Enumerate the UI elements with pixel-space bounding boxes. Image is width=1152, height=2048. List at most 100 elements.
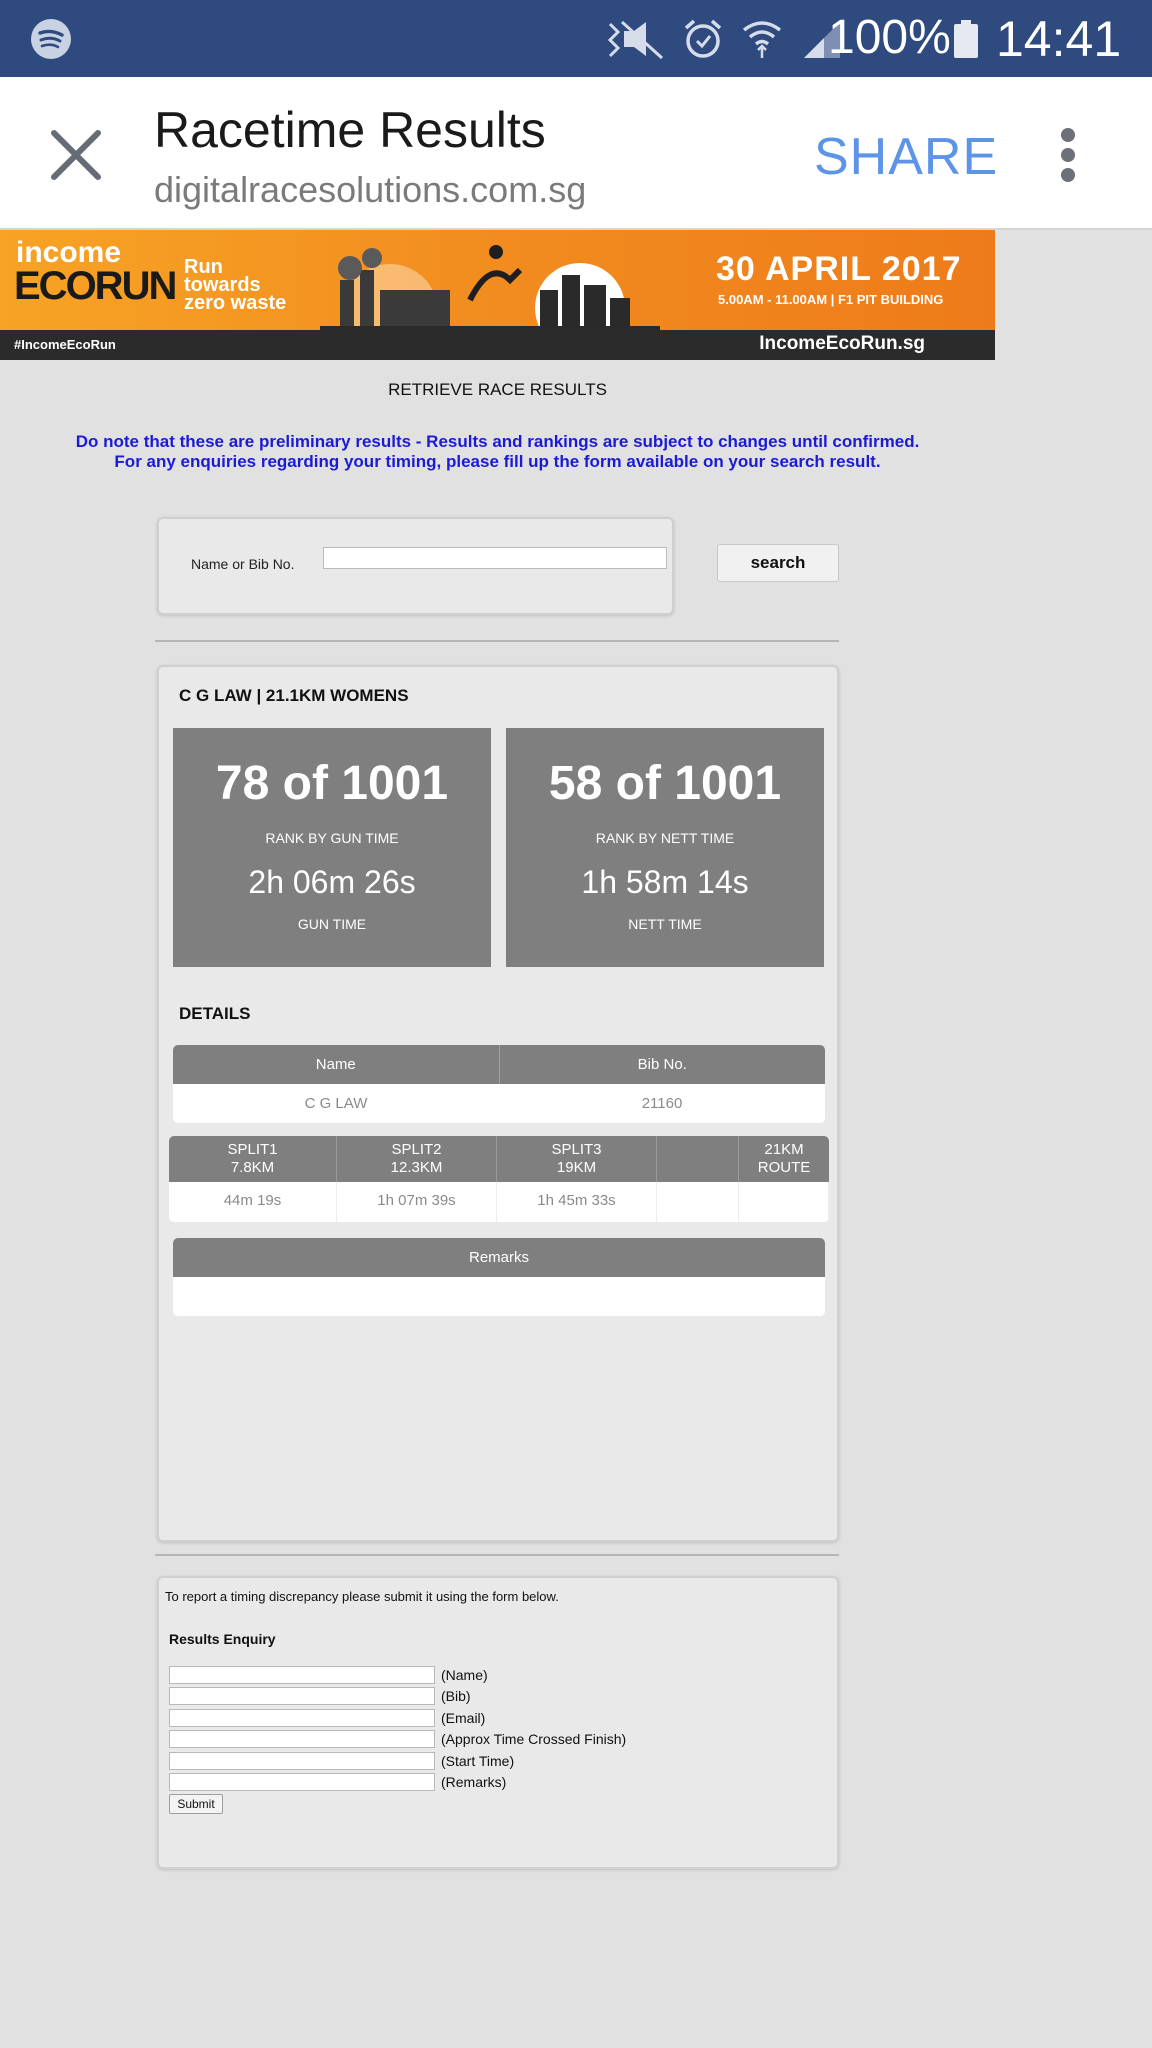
status-bar: 100% 14:41 — [0, 0, 1152, 77]
table-row: C G LAW 21160 — [173, 1084, 825, 1123]
header-split1-distance: 7.8KM — [230, 1159, 275, 1176]
banner-tagline: Run towards zero waste — [184, 256, 287, 314]
status-icons — [606, 18, 842, 60]
notice-line-1: Do note that these are preliminary resul… — [75, 432, 920, 451]
cell-blank — [657, 1182, 739, 1222]
remarks-table: Remarks — [173, 1238, 825, 1316]
section-heading: RETRIEVE RACE RESULTS — [388, 380, 607, 399]
header-split2-distance: 12.3KM — [390, 1159, 443, 1176]
finish-time-field[interactable] — [169, 1730, 435, 1748]
form-row-name: (Name) — [169, 1665, 488, 1685]
bib-field-label: (Bib) — [441, 1688, 471, 1704]
divider — [155, 640, 839, 642]
nett-time-label: NETT TIME — [628, 916, 702, 932]
skyline-illustration — [320, 245, 660, 330]
cell-bib: 21160 — [641, 1095, 683, 1112]
enquiry-title: Results Enquiry — [169, 1631, 276, 1647]
result-panel: C G LAW | 21.1KM WOMENS 78 of 1001 RANK … — [157, 665, 839, 1542]
table-header-row: Remarks — [173, 1238, 825, 1277]
runner-header: C G LAW | 21.1KM WOMENS — [179, 686, 409, 705]
cell-route — [739, 1182, 829, 1222]
start-time-field-label: (Start Time) — [441, 1753, 515, 1769]
page-domain: digitalracesolutions.com.sg — [154, 169, 587, 210]
search-input[interactable] — [323, 547, 667, 569]
gun-rank: 78 of 1001 — [215, 757, 449, 810]
gun-time-card: 78 of 1001 RANK BY GUN TIME 2h 06m 26s G… — [173, 728, 491, 967]
cell-name: C G LAW — [304, 1095, 368, 1112]
name-field-label: (Name) — [441, 1667, 488, 1683]
gun-rank-label: RANK BY GUN TIME — [265, 830, 399, 846]
name-field[interactable] — [169, 1666, 435, 1684]
search-label: Name or Bib No. — [191, 556, 295, 572]
banner-site: IncomeEcoRun.sg — [759, 333, 925, 354]
header-split2-name: SPLIT2 — [391, 1141, 442, 1158]
header-split1-name: SPLIT1 — [227, 1141, 278, 1158]
enquiry-panel: To report a timing discrepancy please su… — [157, 1576, 839, 1869]
spotify-icon — [31, 19, 71, 59]
email-field-label: (Email) — [441, 1710, 486, 1726]
banner-footer-strip: #IncomeEcoRun IncomeEcoRun.sg — [0, 330, 995, 360]
remarks-field-label: (Remarks) — [441, 1774, 507, 1790]
header-split3-name: SPLIT3 — [551, 1141, 602, 1158]
battery-percentage: 100% — [828, 11, 951, 64]
details-heading: DETAILS — [179, 1004, 251, 1023]
header-bib: Bib No. — [637, 1056, 687, 1073]
search-button[interactable]: search — [717, 544, 839, 582]
banner-logo-ecorun: ECORUN — [14, 264, 177, 308]
header-split3-distance: 19KM — [556, 1159, 597, 1176]
header-name: Name — [173, 1045, 500, 1084]
table-header-row: SPLIT1 7.8KM SPLIT2 12.3KM SPLIT3 19KM 2… — [169, 1136, 829, 1182]
header-split1: SPLIT1 7.8KM — [169, 1136, 337, 1182]
banner-hashtag: #IncomeEcoRun — [14, 337, 116, 352]
email-field[interactable] — [169, 1709, 435, 1727]
name-bib-table: Name Bib No. C G LAW 21160 — [173, 1045, 825, 1123]
form-row-remarks: (Remarks) — [169, 1772, 506, 1792]
close-icon[interactable] — [48, 127, 104, 183]
form-row-start: (Start Time) — [169, 1751, 514, 1771]
header-route: 21KM ROUTE — [739, 1136, 829, 1182]
browser-app-bar: Racetime Results digitalracesolutions.co… — [0, 77, 1152, 230]
form-row-email: (Email) — [169, 1708, 485, 1728]
split-table: SPLIT1 7.8KM SPLIT2 12.3KM SPLIT3 19KM 2… — [169, 1136, 829, 1222]
event-banner[interactable]: income ECORUN Run towards zero waste 30 … — [0, 230, 995, 360]
start-time-field[interactable] — [169, 1752, 435, 1770]
table-row: 44m 19s 1h 07m 39s 1h 45m 33s — [169, 1182, 829, 1222]
banner-time-venue: 5.00AM - 11.00AM | F1 PIT BUILDING — [718, 292, 944, 307]
bib-field[interactable] — [169, 1687, 435, 1705]
gun-time-label: GUN TIME — [297, 916, 367, 932]
wifi-icon — [742, 21, 782, 58]
divider — [155, 1554, 839, 1556]
gun-time: 2h 06m 26s — [248, 864, 416, 900]
nett-time-card: 58 of 1001 RANK BY NETT TIME 1h 58m 14s … — [506, 728, 824, 967]
preliminary-notice: Do note that these are preliminary resul… — [0, 432, 995, 472]
nett-time: 1h 58m 14s — [581, 864, 749, 900]
cell-split2: 1h 07m 39s — [337, 1182, 497, 1222]
nett-rank: 58 of 1001 — [548, 757, 782, 810]
page-title: Racetime Results — [154, 102, 546, 158]
header-remarks: Remarks — [468, 1249, 529, 1266]
cell-split1: 44m 19s — [169, 1182, 337, 1222]
remarks-field[interactable] — [169, 1773, 435, 1791]
status-clock: 14:41 — [996, 11, 1122, 67]
header-blank — [657, 1136, 739, 1182]
banner-date: 30 APRIL 2017 — [716, 250, 962, 288]
notice-line-2: For any enquiries regarding your timing,… — [114, 452, 881, 471]
battery-icon — [954, 20, 978, 58]
header-split3: SPLIT3 19KM — [497, 1136, 657, 1182]
more-options-icon[interactable] — [1058, 127, 1078, 183]
header-route-line1: 21KM — [764, 1141, 804, 1158]
submit-button[interactable]: Submit — [169, 1794, 223, 1814]
table-header-row: Name Bib No. — [173, 1045, 825, 1084]
mute-icon — [607, 20, 664, 60]
cell-split3: 1h 45m 33s — [497, 1182, 657, 1222]
search-panel: Name or Bib No. — [157, 517, 674, 615]
share-button[interactable]: SHARE — [814, 127, 998, 187]
nett-rank-label: RANK BY NETT TIME — [595, 830, 735, 846]
header-route-line2: ROUTE — [757, 1159, 811, 1176]
form-row-finish: (Approx Time Crossed Finish) — [169, 1729, 626, 1749]
enquiry-intro: To report a timing discrepancy please su… — [165, 1589, 559, 1604]
alarm-icon — [684, 19, 722, 58]
form-row-bib: (Bib) — [169, 1686, 471, 1706]
header-split2: SPLIT2 12.3KM — [337, 1136, 497, 1182]
finish-time-field-label: (Approx Time Crossed Finish) — [441, 1731, 627, 1747]
